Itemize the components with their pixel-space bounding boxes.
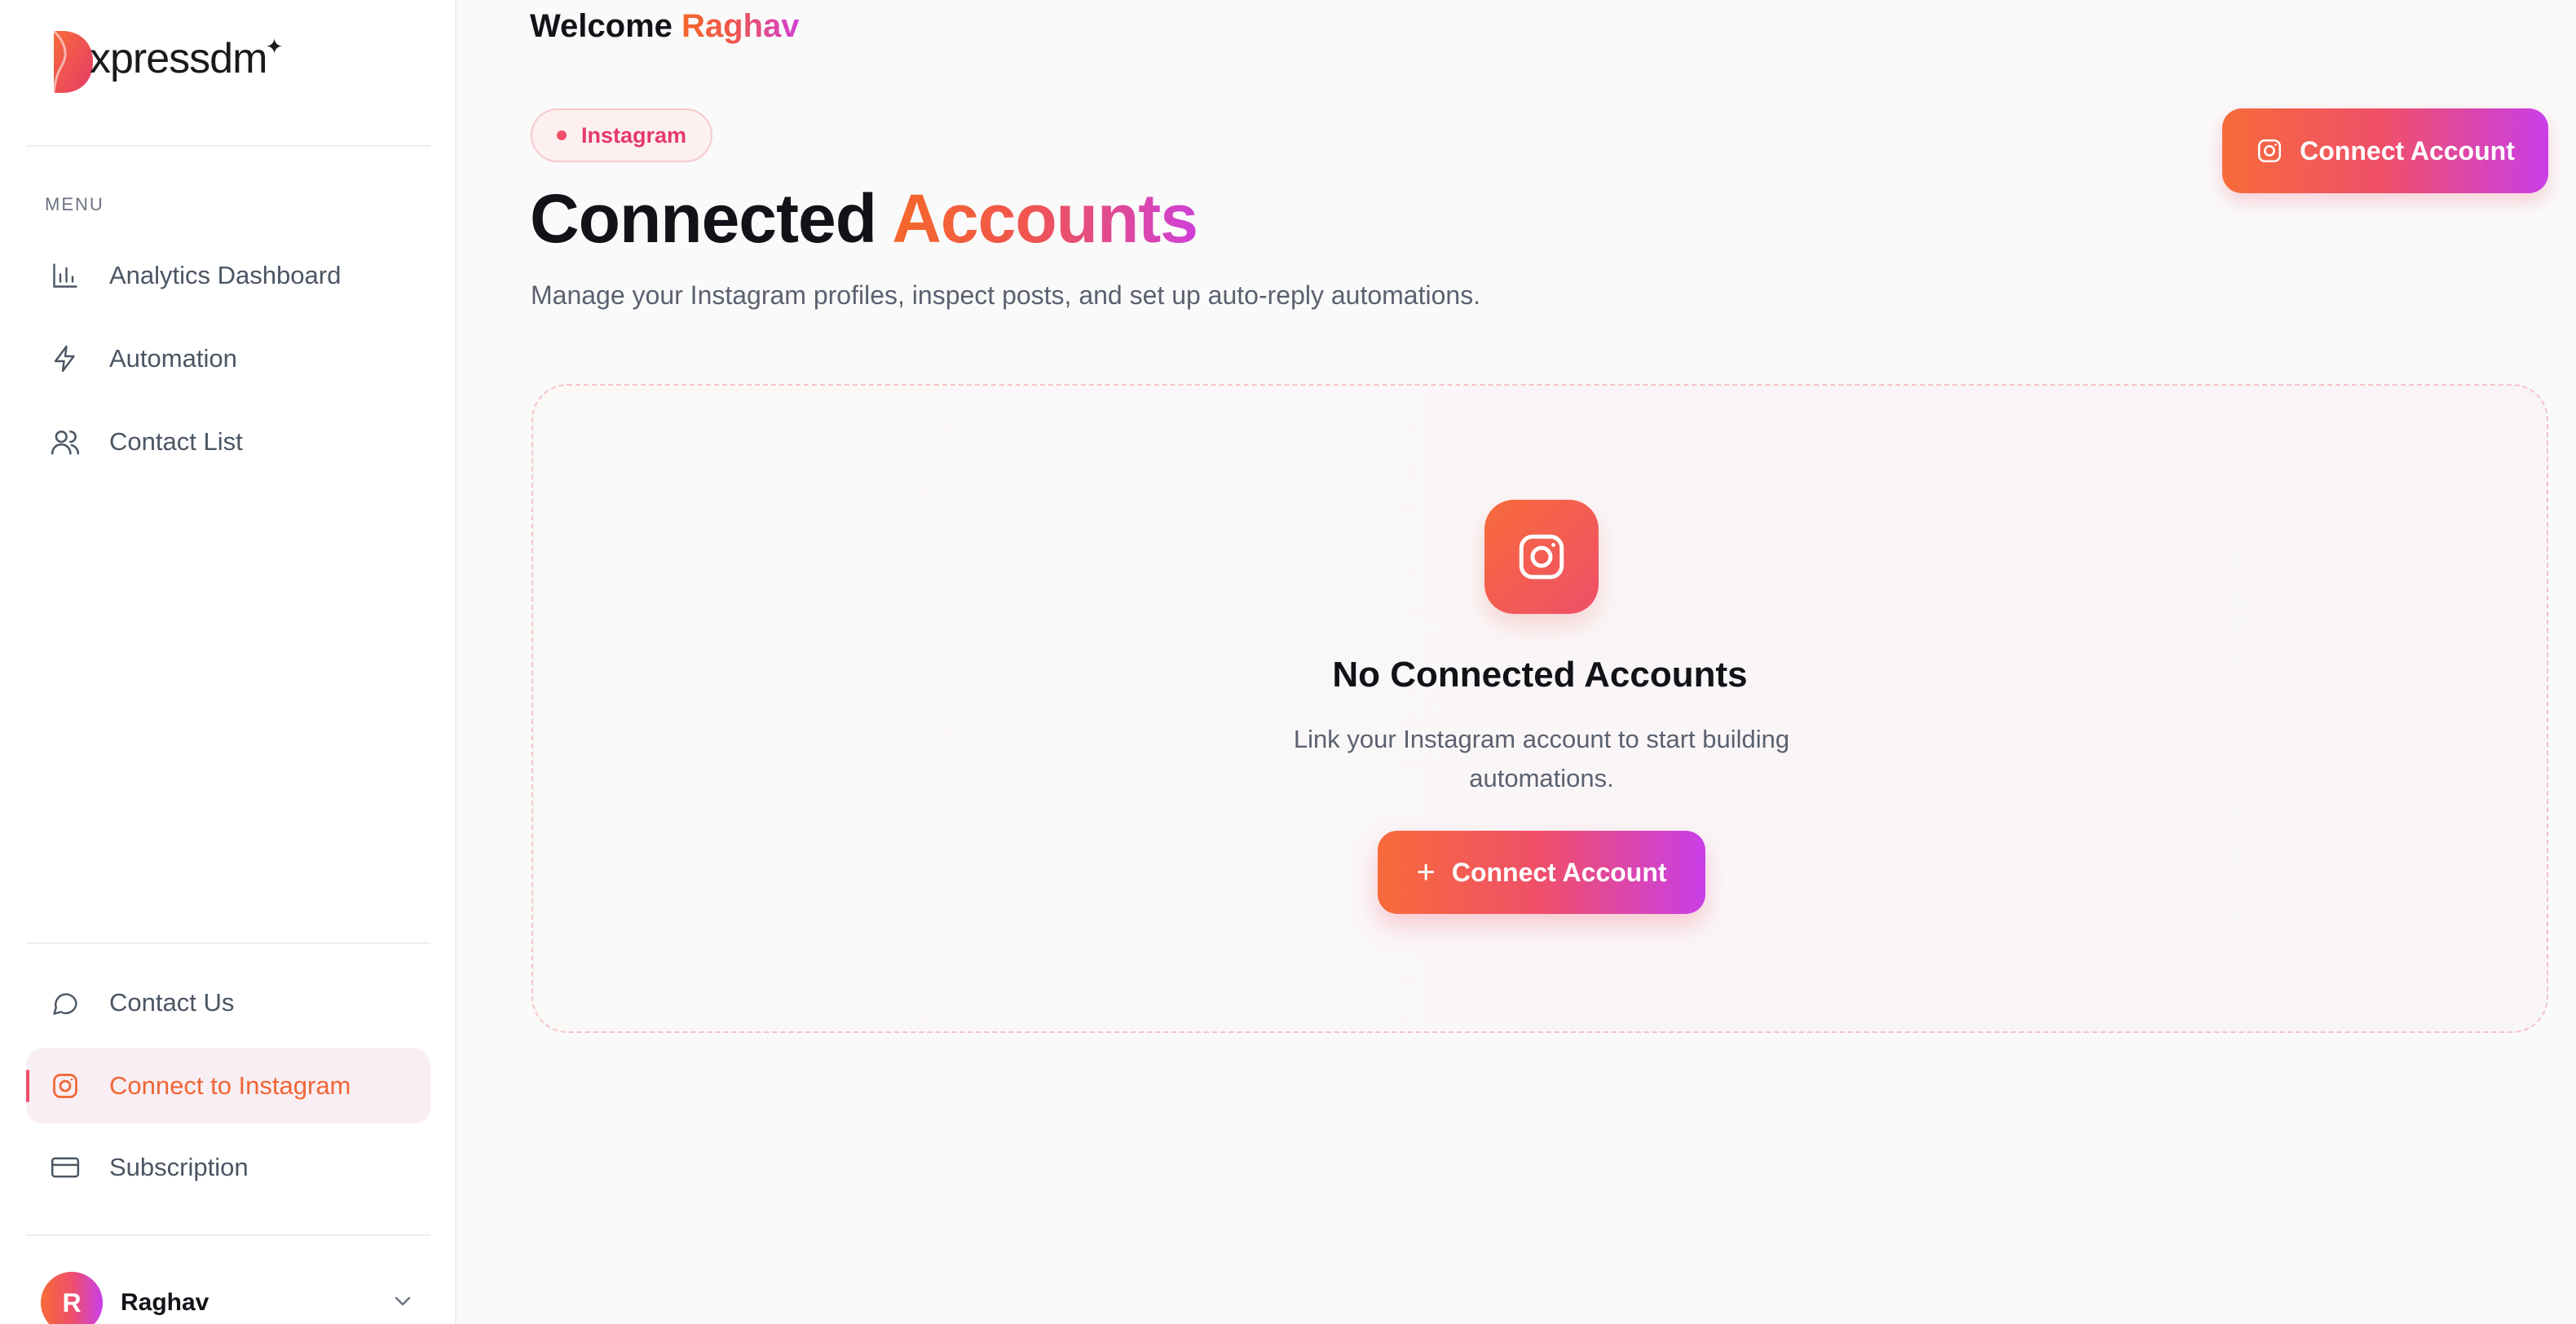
empty-state-description: Link your Instagram account to start bui…: [1293, 725, 1790, 792]
sidebar-item-subscription[interactable]: Subscription: [26, 1130, 430, 1205]
sidebar-item-label: Subscription: [109, 1153, 249, 1181]
welcome-text: Welcome: [530, 8, 673, 44]
instagram-icon: [2256, 137, 2283, 165]
empty-state-connect-label: Connect Account: [1451, 857, 1667, 887]
credit-card-icon: [49, 1151, 82, 1184]
sidebar-divider: [26, 1234, 430, 1236]
chevron-down-icon[interactable]: [390, 1288, 416, 1318]
lightning-icon: [49, 342, 82, 375]
logo-mark-icon: [51, 29, 93, 94]
welcome-heading: Welcome Raghav: [530, 8, 800, 45]
sidebar-item-label: Contact List: [109, 427, 243, 456]
bar-chart-icon: [49, 259, 82, 292]
page-title-part2: Accounts: [892, 180, 1198, 257]
sidebar-item-contact-list[interactable]: Contact List: [26, 404, 430, 479]
chat-bubble-icon: [49, 986, 82, 1019]
empty-state-title: No Connected Accounts: [1332, 655, 1748, 695]
instagram-icon: [1484, 500, 1599, 614]
sidebar-item-label: Analytics Dashboard: [109, 261, 342, 289]
page-title-part1: Connected: [530, 180, 877, 257]
user-menu[interactable]: R Raghav: [41, 1270, 416, 1324]
page-title: Connected Accounts: [530, 179, 1198, 258]
sidebar-divider: [26, 145, 430, 147]
brand-name: xpressdm: [90, 35, 267, 82]
brand-logo[interactable]: xpressdm ✦: [51, 29, 283, 95]
badge-label: Instagram: [581, 122, 687, 148]
sidebar: xpressdm ✦ MENU Analytics Dashboard Auto…: [0, 0, 457, 1324]
sidebar-divider: [26, 942, 430, 944]
badge-dot: [557, 130, 567, 140]
sparkle-icon: ✦: [265, 34, 284, 59]
page-subtitle: Manage your Instagram profiles, inspect …: [531, 280, 1481, 310]
sidebar-item-analytics-dashboard[interactable]: Analytics Dashboard: [26, 238, 430, 313]
connect-account-button[interactable]: Connect Account: [2222, 108, 2548, 193]
sidebar-item-label: Connect to Instagram: [109, 1071, 351, 1100]
sidebar-item-automation[interactable]: Automation: [26, 321, 430, 396]
sidebar-item-connect-to-instagram[interactable]: Connect to Instagram: [26, 1048, 430, 1123]
instagram-icon: [49, 1070, 82, 1102]
menu-label: MENU: [45, 194, 104, 214]
plus-icon: +: [1416, 854, 1436, 890]
platform-badge: Instagram: [531, 108, 713, 162]
sidebar-item-label: Contact Us: [109, 988, 235, 1017]
avatar: R: [41, 1272, 103, 1324]
connect-account-label: Connect Account: [2300, 135, 2515, 166]
empty-state-card: No Connected Accounts Link your Instagra…: [532, 384, 2548, 1033]
welcome-user-name: Raghav: [681, 8, 800, 44]
user-name: Raghav: [121, 1289, 210, 1316]
users-icon: [49, 426, 82, 458]
sidebar-item-label: Automation: [109, 344, 237, 373]
empty-state-connect-button[interactable]: + Connect Account: [1378, 831, 1705, 914]
sidebar-item-contact-us[interactable]: Contact Us: [26, 965, 430, 1040]
